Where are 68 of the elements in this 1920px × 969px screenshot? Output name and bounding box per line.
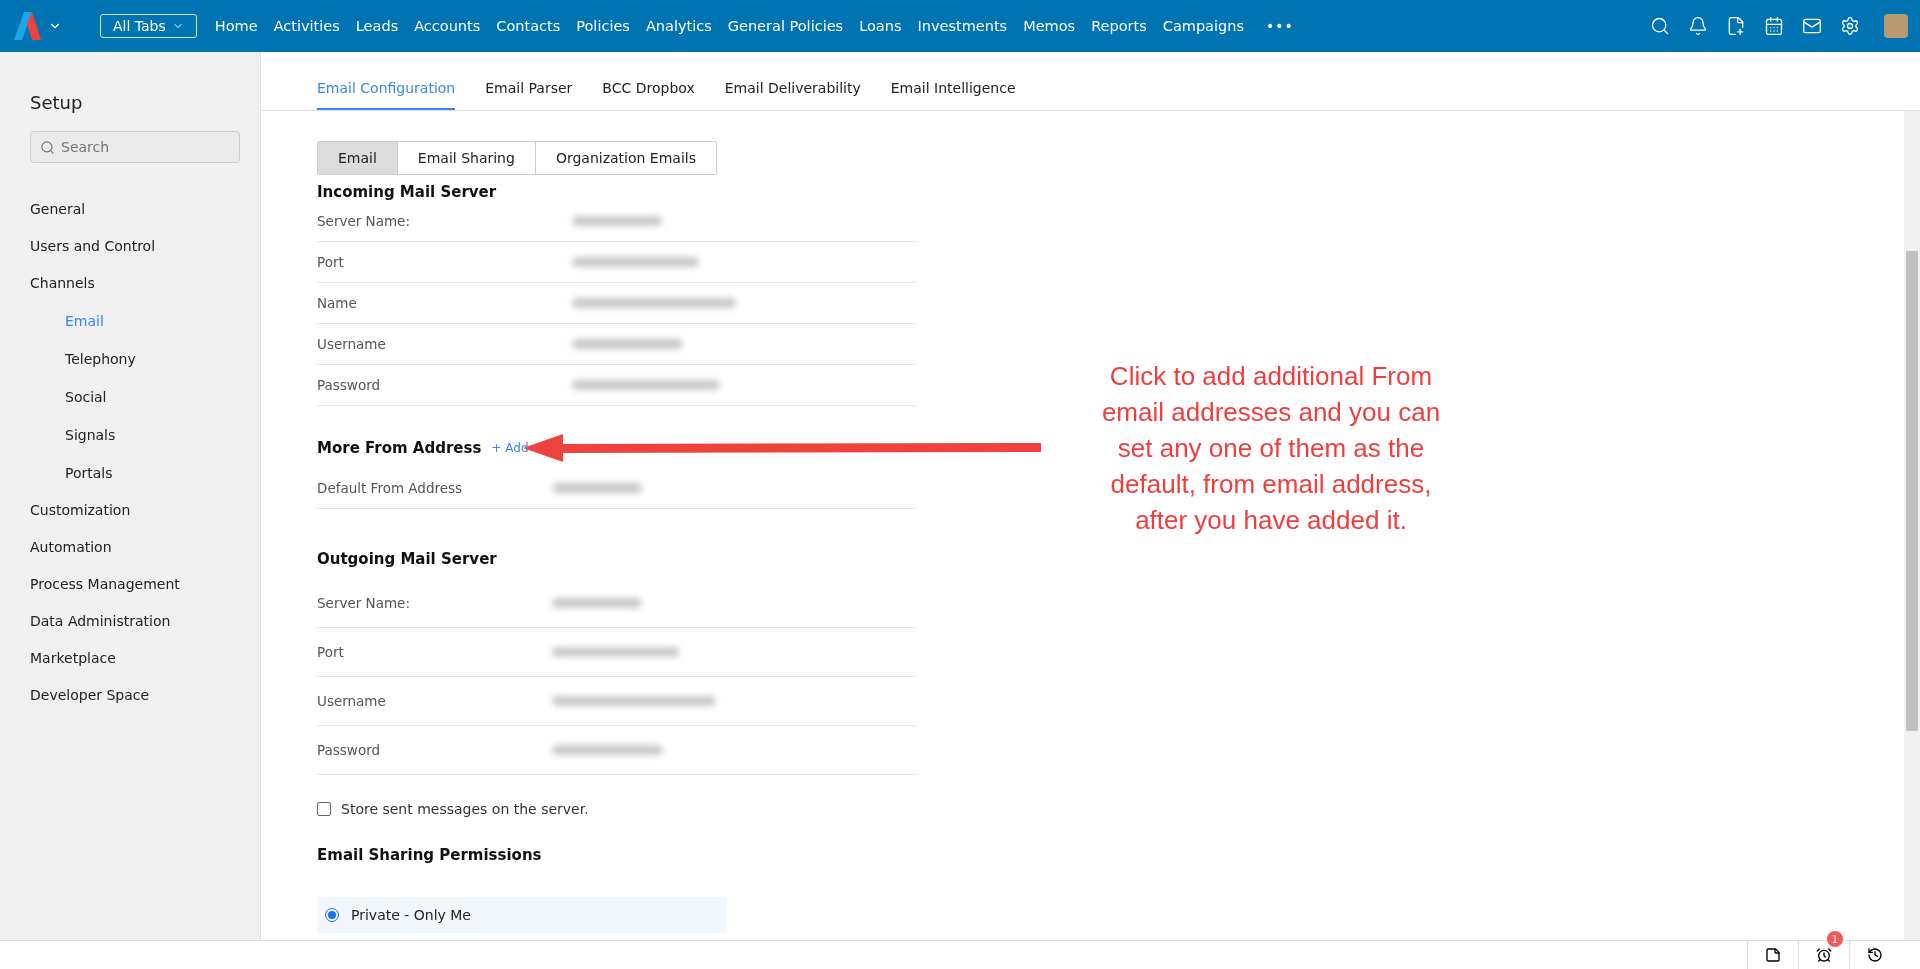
nav-tab[interactable]: Accounts [406, 18, 489, 34]
sidebar-item[interactable]: Developer Space [30, 677, 240, 714]
sidebar-item[interactable]: General [30, 191, 240, 228]
bell-icon[interactable] [1688, 16, 1708, 36]
nav-tab[interactable]: Loans [851, 18, 910, 34]
tab[interactable]: Email Configuration [317, 80, 456, 110]
tab[interactable]: Email Parser [485, 80, 573, 110]
sidebar-item[interactable]: Customization [30, 492, 240, 529]
field-label: Name [317, 295, 358, 311]
history-icon[interactable] [1867, 947, 1883, 963]
field-label: Password [317, 742, 382, 758]
nav-tab[interactable]: Memos [1015, 18, 1084, 34]
checkbox-label: Store sent messages on the server. [341, 801, 589, 817]
field-label: Default From Address [317, 480, 464, 496]
nav-tab[interactable]: Analytics [637, 18, 720, 34]
nav-tab[interactable]: Activities [265, 18, 348, 34]
all-tabs-button[interactable]: All Tabs [100, 14, 197, 38]
sidebar-item[interactable]: Portals [30, 454, 240, 492]
section-heading: More From Address [317, 439, 482, 457]
field-label: Port [317, 254, 345, 270]
field-label: Server Name: [317, 213, 411, 229]
sidebar-item[interactable]: Automation [30, 529, 240, 566]
search-icon [40, 140, 55, 155]
sidebar-item[interactable]: Users and Control [30, 228, 240, 265]
annotation-text: Click to add additional From email addresses and you can set any one of them as the default, from email address, after you have added it. [1100, 360, 1442, 537]
note-add-icon[interactable] [1726, 16, 1746, 36]
more-tabs-button[interactable]: ••• [1266, 18, 1294, 34]
sidebar-item[interactable]: Social [30, 378, 240, 416]
section-heading: Outgoing Mail Server [317, 550, 497, 568]
tab[interactable]: BCC Dropbox [602, 80, 695, 110]
sidebar-item[interactable]: Telephony [30, 340, 240, 378]
scrollbar[interactable] [1904, 111, 1920, 940]
sidebar-item[interactable]: Channels [30, 265, 240, 302]
nav-tab[interactable]: Policies [568, 18, 638, 34]
nav-tab[interactable]: Campaigns [1154, 18, 1252, 34]
tab[interactable]: Email Deliverability [724, 80, 861, 110]
calendar-icon[interactable] [1764, 16, 1784, 36]
search-icon[interactable] [1650, 16, 1670, 36]
segment-tab[interactable]: Email [318, 142, 398, 174]
sidebar-item[interactable]: Signals [30, 416, 240, 454]
nav-tab[interactable]: General Policies [719, 18, 852, 34]
sidebar-item[interactable]: Data Administration [30, 603, 240, 640]
add-link[interactable]: + Add [491, 441, 529, 455]
radio-option[interactable]: Private - Only Me [317, 897, 727, 933]
nav-tab[interactable]: Leads [347, 18, 407, 34]
section-heading: Email Sharing Permissions [317, 846, 542, 864]
sidebar-item[interactable]: Marketplace [30, 640, 240, 677]
alarm-clock-icon[interactable] [1816, 947, 1832, 963]
nav-tab[interactable]: Reports [1083, 18, 1155, 34]
field-label: Server Name: [317, 595, 411, 611]
nav-tab[interactable]: Home [206, 18, 266, 34]
mail-icon[interactable] [1802, 16, 1822, 36]
sidebar-item[interactable]: Process Management [30, 566, 240, 603]
settings-icon[interactable] [1840, 16, 1860, 36]
field-label: Username [317, 693, 387, 709]
field-label: Username [317, 336, 387, 352]
radio-label: Private - Only Me [351, 907, 471, 923]
section-heading: Incoming Mail Server [317, 183, 498, 201]
field-label: Port [317, 644, 345, 660]
nav-tab[interactable]: Contacts [488, 18, 569, 34]
tab[interactable]: Email Intelligence [890, 80, 1016, 110]
checkbox[interactable] [317, 802, 331, 816]
search-field[interactable]: Search [30, 131, 240, 163]
note-icon[interactable] [1765, 947, 1781, 963]
nav-tab[interactable]: Investments [909, 18, 1016, 34]
sidebar-title: Setup [30, 92, 84, 113]
notification-badge: 1 [1827, 931, 1843, 947]
field-label: Password [317, 377, 382, 393]
